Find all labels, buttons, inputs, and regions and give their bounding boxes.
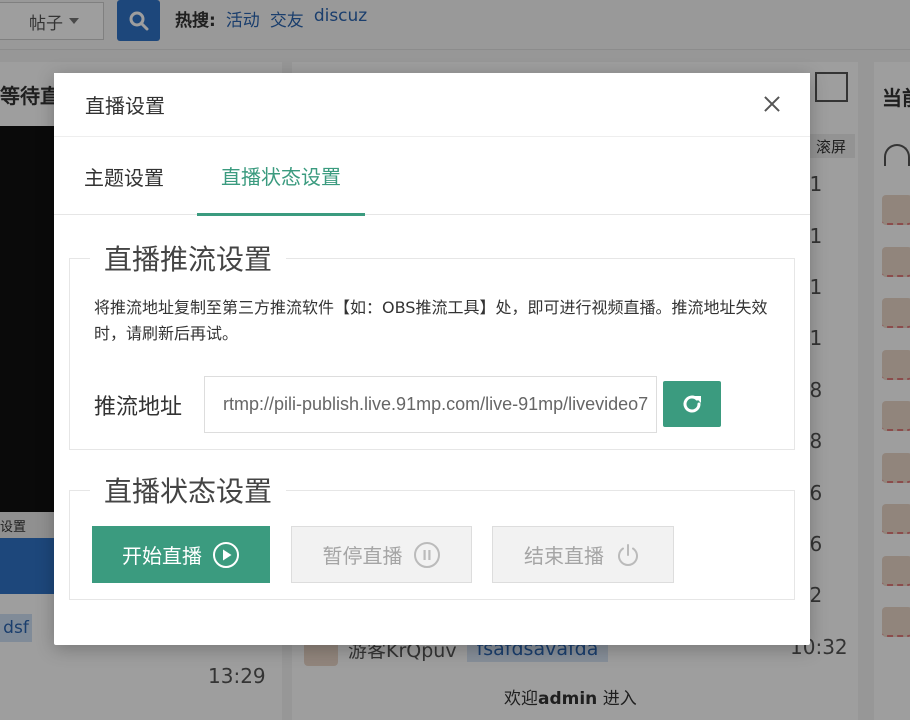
push-url-input[interactable] xyxy=(204,376,657,433)
start-live-button[interactable]: 开始直播 xyxy=(92,526,270,583)
end-live-label: 结束直播 xyxy=(524,546,604,568)
pause-circle-icon xyxy=(413,541,440,568)
push-url-label: 推流地址 xyxy=(94,395,183,420)
modal-header: 直播设置 xyxy=(54,73,810,137)
pause-live-label: 暂停直播 xyxy=(322,546,403,568)
refresh-url-button[interactable] xyxy=(663,381,721,427)
tab-topic-settings[interactable]: 主题设置 xyxy=(60,137,188,215)
tab-live-status-settings[interactable]: 直播状态设置 xyxy=(197,137,365,216)
push-settings-legend: 直播推流设置 xyxy=(104,243,273,276)
modal-tabs: 主题设置 直播状态设置 xyxy=(54,137,810,216)
close-icon[interactable] xyxy=(758,91,786,119)
push-description: 将推流地址复制至第三方推流软件【如：OBS推流工具】处，即可进行视频直播。推流地… xyxy=(94,298,768,343)
play-circle-icon xyxy=(213,541,239,568)
start-live-label: 开始直播 xyxy=(122,546,202,568)
power-icon xyxy=(618,543,638,566)
pause-live-button[interactable]: 暂停直播 xyxy=(291,526,472,583)
modal-title: 直播设置 xyxy=(85,94,165,118)
status-settings-legend: 直播状态设置 xyxy=(104,475,273,508)
refresh-icon xyxy=(683,395,701,413)
end-live-button[interactable]: 结束直播 xyxy=(492,526,674,583)
live-settings-modal: 直播设置 主题设置 直播状态设置 直播推流设置 将推流地址复制至第三方推流软件【… xyxy=(54,73,810,645)
